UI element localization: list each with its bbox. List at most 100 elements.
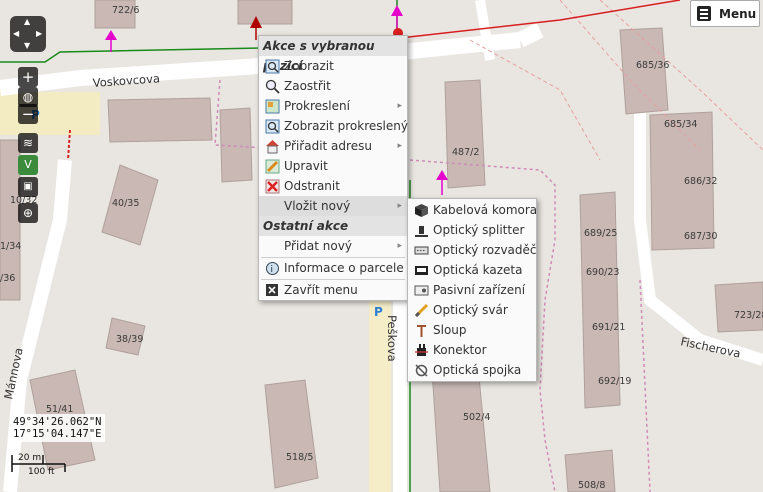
parking-icon: P: [374, 305, 383, 319]
svg-text:38/39: 38/39: [116, 334, 143, 345]
zoom-in-icon: [264, 78, 280, 94]
submenu-arrow-icon: ▸: [397, 101, 402, 111]
submenu-arrow-icon: ▸: [397, 141, 402, 151]
menu-item-odstranit[interactable]: Odstranit: [259, 176, 407, 196]
svg-text:723/28: 723/28: [734, 310, 763, 321]
menu-item-vlozit-novy[interactable]: Vložit nový ▸: [259, 196, 407, 216]
zoom-in-button[interactable]: +: [18, 67, 38, 87]
parcel-info-icon: i: [264, 260, 280, 276]
menu-item-label: Optická spojka: [433, 363, 522, 377]
zoom-box-icon[interactable]: ⊕: [18, 203, 38, 223]
svg-text:508/8: 508/8: [578, 480, 605, 491]
menu-item-label: Přidat nový: [284, 239, 352, 253]
menu-item-zobrazit[interactable]: Zobrazit: [259, 56, 407, 76]
pan-right-icon[interactable]: ▶: [36, 30, 42, 38]
delete-x-icon: [264, 178, 280, 194]
context-menu: Akce s vybranou pozicí Zobrazit Zaostřit…: [258, 35, 408, 301]
context-menu-header: Akce s vybranou pozicí: [259, 36, 407, 73]
menu-item-label: Optický splitter: [433, 223, 525, 237]
cable-chamber-icon: [413, 202, 429, 218]
print-map-icon[interactable]: ▣: [18, 177, 38, 197]
svg-text:518/5: 518/5: [286, 452, 313, 463]
menu-button-label: Menu: [719, 6, 757, 21]
draw-map-icon: [264, 98, 280, 114]
submenu-item-opticky-rozvadec[interactable]: Optický rozvaděč: [408, 240, 537, 260]
hamburger-icon: [697, 6, 711, 21]
pole-icon: [413, 322, 429, 338]
menu-item-label: Kabelová komora: [433, 203, 538, 217]
svg-text:487/2: 487/2: [452, 147, 479, 158]
submenu-arrow-icon: ▸: [397, 241, 402, 251]
submenu-item-pasivni-zarizeni[interactable]: Pasivní zařízení: [408, 280, 536, 300]
svg-text:687/30: 687/30: [684, 231, 717, 242]
zoom-out-button[interactable]: −: [18, 104, 38, 124]
pan-down-icon[interactable]: ▼: [24, 42, 30, 50]
splice-icon: [413, 302, 429, 318]
connector-icon: [413, 342, 429, 358]
menu-item-informace-o-parcele[interactable]: i Informace o parcele: [259, 258, 407, 278]
menu-item-pridat-novy[interactable]: Přidat nový ▸: [259, 236, 407, 256]
menu-item-label: Optická kazeta: [433, 263, 523, 277]
submenu-item-opticky-splitter[interactable]: Optický splitter: [408, 220, 536, 240]
joint-icon: [413, 362, 429, 378]
pan-up-icon[interactable]: ▲: [24, 18, 30, 26]
pan-control[interactable]: ▲ ▼ ◀ ▶: [10, 16, 46, 52]
svg-text:40/35: 40/35: [112, 198, 139, 209]
svg-text:690/23: 690/23: [586, 267, 619, 278]
submenu-item-kabelova-komora[interactable]: Kabelová komora: [408, 200, 538, 220]
menu-item-upravit[interactable]: Upravit: [259, 156, 407, 176]
menu-button[interactable]: Menu: [690, 0, 760, 27]
road-segment: [516, 22, 544, 48]
close-box-icon: [264, 282, 280, 298]
menu-item-label: Sloup: [433, 323, 467, 337]
svg-text:692/19: 692/19: [598, 376, 631, 387]
splitter-icon: [413, 222, 429, 238]
menu-item-label: Přiřadit adresu: [284, 139, 372, 153]
svg-text:/36: /36: [0, 273, 15, 284]
submenu-item-opticka-kazeta[interactable]: Optická kazeta: [408, 260, 536, 280]
svg-text:685/36: 685/36: [636, 60, 669, 71]
coordinates-readout: 49°34'26.062"N 17°15'04.147"E: [10, 414, 105, 442]
svg-text:722/6: 722/6: [112, 5, 139, 16]
menu-item-label: Zobrazit prokreslený: [284, 119, 408, 133]
submenu-item-konektor[interactable]: Konektor: [408, 340, 536, 360]
layers-icon[interactable]: ≋: [18, 133, 38, 153]
scale-metric-label: 20 m: [18, 453, 42, 463]
submenu-vlozit-novy: Kabelová komora Optický splitter Optický…: [407, 198, 537, 382]
menu-item-label: Upravit: [284, 159, 328, 173]
menu-item-label: Vložit nový: [284, 199, 351, 213]
park-area: [0, 92, 100, 135]
svg-text:686/32: 686/32: [684, 176, 717, 187]
menu-item-zaostrit[interactable]: Zaostřit: [259, 76, 407, 96]
menu-item-label: Pasivní zařízení: [433, 283, 526, 297]
submenu-item-opticka-spojka[interactable]: Optická spojka: [408, 360, 536, 380]
menu-item-label: Informace o parcele: [284, 261, 404, 275]
scale-imperial-label: 100 ft: [28, 467, 55, 477]
menu-item-priradit-adresu[interactable]: Přiřadit adresu ▸: [259, 136, 407, 156]
distribution-box-icon: [413, 242, 429, 258]
menu-item-label: Zaostřit: [284, 79, 331, 93]
submenu-arrow-icon: ▸: [397, 201, 402, 211]
menu-item-prokresleni[interactable]: Prokreslení ▸: [259, 96, 407, 116]
magnifier-map-icon: [264, 58, 280, 74]
menu-item-zobrazit-prokresleny[interactable]: Zobrazit prokreslený: [259, 116, 408, 136]
menu-item-label: Zobrazit: [284, 59, 334, 73]
menu-item-label: Prokreslení: [284, 99, 350, 113]
validate-icon[interactable]: V: [18, 155, 38, 175]
svg-text:502/4: 502/4: [463, 412, 490, 423]
scale-bar: 20 m 100 ft: [10, 452, 70, 480]
submenu-item-opticky-svar[interactable]: Optický svár: [408, 300, 536, 320]
passive-device-icon: [413, 282, 429, 298]
menu-item-label: Konektor: [433, 343, 487, 357]
pan-left-icon[interactable]: ◀: [13, 30, 19, 38]
latitude-text: 49°34'26.062"N: [13, 416, 102, 428]
street-label: Peškova: [385, 315, 399, 362]
menu-item-zavrit-menu[interactable]: Zavřít menu: [259, 280, 407, 300]
menu-item-label: Optický svár: [433, 303, 508, 317]
menu-item-label: Zavřít menu: [284, 283, 358, 297]
menu-item-label: Odstranit: [284, 179, 340, 193]
magnifier-map-icon: [264, 118, 280, 134]
submenu-item-sloup[interactable]: Sloup: [408, 320, 536, 340]
svg-text:689/25: 689/25: [584, 228, 617, 239]
context-menu-header-other: Ostatní akce: [259, 216, 407, 236]
